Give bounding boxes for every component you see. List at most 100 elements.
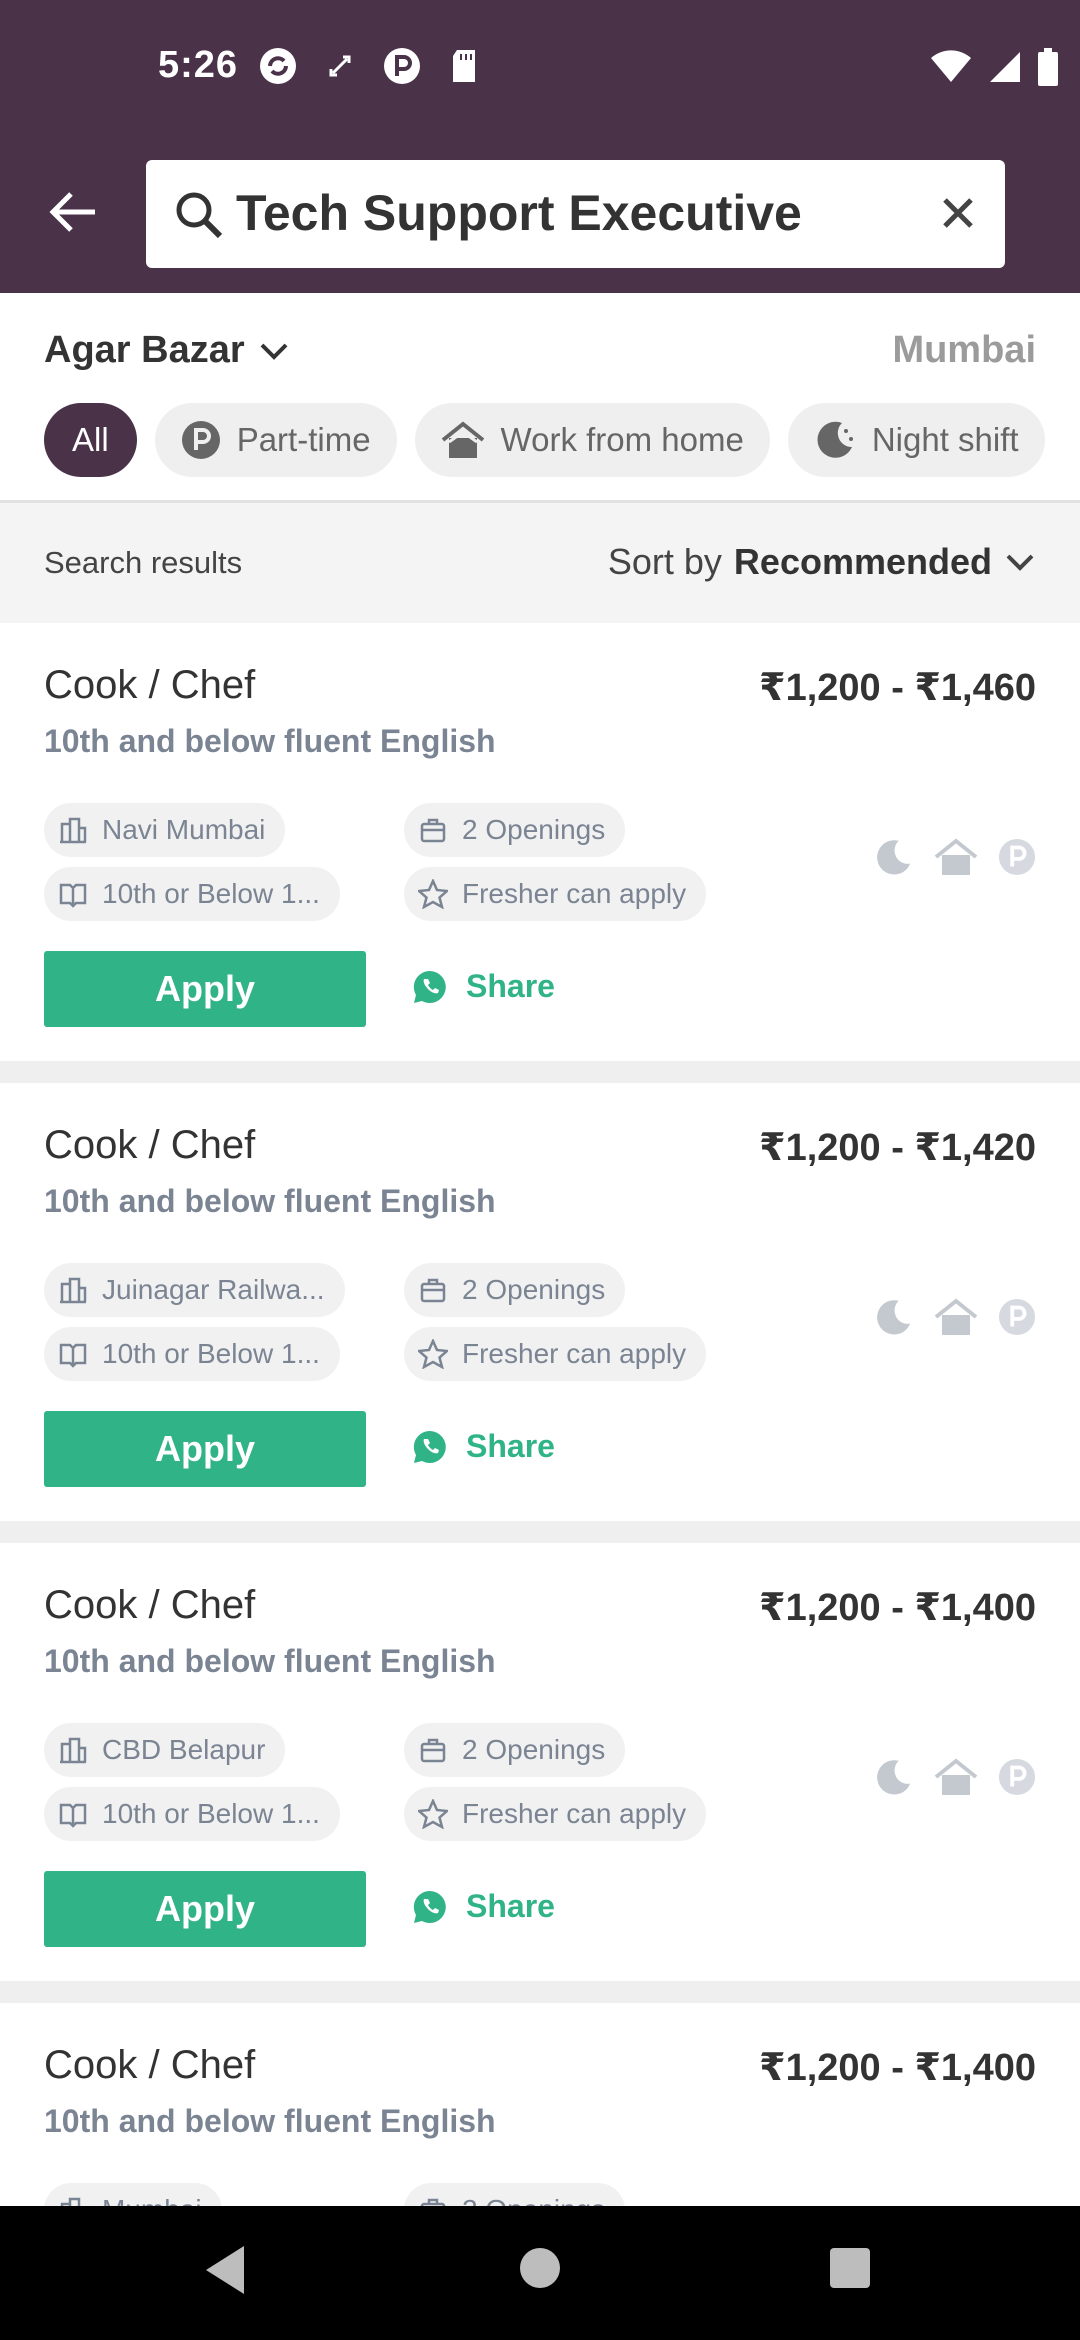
education-text: 10th or Below 1...: [102, 878, 320, 909]
location-tag: Navi Mumbai: [44, 803, 286, 857]
nav-back-button[interactable]: [202, 2242, 248, 2298]
apply-button[interactable]: Apply: [44, 951, 366, 1027]
briefcase-icon: [418, 1735, 448, 1765]
openings-text: 2 Openings: [462, 1274, 606, 1305]
back-button[interactable]: [40, 180, 104, 244]
job-salary: ₹1,200 - ₹1,460: [759, 667, 1036, 709]
back-arrow-icon: [49, 192, 95, 232]
location-tag: Mumbai: [44, 2183, 222, 2206]
job-title: Cook / Chef: [44, 1583, 256, 1627]
filter-chip-label: Part-time: [236, 421, 371, 458]
briefcase-icon: [418, 815, 448, 845]
whatsapp-icon: [413, 1430, 446, 1463]
filter-chip-night-shift[interactable]: Night shift: [787, 403, 1045, 477]
location-text: Navi Mumbai: [102, 814, 266, 845]
share-button[interactable]: Share: [412, 968, 555, 1005]
job-card[interactable]: Cook / Chef ₹1,200 - ₹1,420 10th and bel…: [0, 1083, 1080, 1521]
star-icon: [418, 1339, 448, 1369]
job-card[interactable]: Cook / Chef ₹1,200 - ₹1,460 10th and bel…: [0, 623, 1080, 1061]
building-icon: [58, 1735, 88, 1765]
part-time-icon: [998, 1298, 1036, 1336]
share-label: Share: [466, 968, 555, 1004]
education-text: 10th or Below 1...: [102, 1798, 320, 1829]
work-from-home-icon: [934, 1758, 978, 1795]
apply-button[interactable]: Apply: [44, 1871, 366, 1947]
clear-search-button[interactable]: [933, 188, 983, 238]
part-time-icon: [998, 1758, 1036, 1796]
area-selector[interactable]: Agar Bazar: [44, 329, 289, 372]
search-icon: [176, 192, 223, 239]
book-icon: [58, 879, 88, 909]
filter-chip-label: Night shift: [871, 421, 1019, 458]
work-from-home-icon: [934, 1298, 978, 1335]
openings-tag: 2 Openings: [404, 803, 626, 857]
openings-text: 2 Openings: [462, 1734, 606, 1765]
filter-chip-label: All: [72, 421, 109, 458]
search-bar[interactable]: Tech Support Executive: [146, 160, 1005, 268]
city-label[interactable]: Mumbai: [892, 329, 1036, 372]
wifi-icon: [930, 50, 972, 89]
part-time-icon: [998, 838, 1036, 876]
building-icon: [58, 815, 88, 845]
filter-chip-part-time[interactable]: Part-time: [154, 403, 397, 477]
openings-tag: 2 Openings: [404, 1723, 626, 1777]
job-requirement: 10th and below fluent English: [44, 723, 496, 759]
sd-card-icon: [444, 46, 484, 86]
job-requirement: 10th and below fluent English: [44, 2103, 496, 2139]
job-salary: ₹1,200 - ₹1,400: [759, 1587, 1036, 1629]
experience-text: Fresher can apply: [462, 1798, 687, 1829]
card-separator: [0, 1521, 1080, 1543]
nav-home-button[interactable]: [518, 2246, 562, 2290]
search-input[interactable]: Tech Support Executive: [236, 184, 802, 242]
share-button[interactable]: Share: [412, 1428, 555, 1465]
filter-chip-work-from-home[interactable]: Work from home: [414, 403, 770, 477]
nav-recents-button[interactable]: [828, 2246, 872, 2290]
star-icon: [418, 879, 448, 909]
location-text: Mumbai: [102, 2194, 202, 2206]
whatsapp-icon: [413, 1890, 446, 1923]
area-label: Agar Bazar: [44, 329, 245, 371]
share-button[interactable]: Share: [412, 1888, 555, 1925]
education-text: 10th or Below 1...: [102, 1338, 320, 1369]
location-tag: Juinagar Railwa...: [44, 1263, 345, 1317]
apply-button[interactable]: Apply: [44, 1411, 366, 1487]
sort-dropdown[interactable]: Sort by Recommended: [608, 541, 1036, 583]
night-shift-icon: [877, 1760, 911, 1795]
briefcase-icon: [418, 1275, 448, 1305]
openings-text: 2 Openings: [462, 2194, 605, 2206]
openings-tag: 2 Openings: [404, 1263, 626, 1317]
openings-tag: 2 Openings: [404, 2183, 626, 2206]
filter-chip-all[interactable]: All: [44, 403, 137, 477]
location-text: Juinagar Railwa...: [102, 1274, 325, 1305]
home-icon: [441, 421, 484, 458]
chevron-down-icon: [260, 343, 288, 360]
job-requirement: 10th and below fluent English: [44, 1643, 496, 1679]
education-tag: 10th or Below 1...: [44, 1327, 340, 1381]
card-separator: [0, 1061, 1080, 1083]
notification-icons: [258, 46, 484, 86]
job-requirement: 10th and below fluent English: [44, 1183, 496, 1219]
sort-prefix: Sort by: [607, 541, 722, 582]
share-label: Share: [466, 1888, 555, 1924]
battery-icon: [1038, 48, 1058, 91]
experience-text: Fresher can apply: [462, 1338, 687, 1369]
building-icon: [58, 2195, 88, 2206]
status-time: 5:26: [158, 44, 239, 86]
results-header: Search results Sort by Recommended: [0, 503, 1080, 623]
job-card[interactable]: Cook / Chef ₹1,200 - ₹1,400 10th and bel…: [0, 1543, 1080, 1981]
job-salary: ₹1,200 - ₹1,420: [759, 1127, 1036, 1169]
briefcase-icon: [418, 2195, 448, 2206]
location-tag: CBD Belapur: [44, 1723, 286, 1777]
job-title: Cook / Chef: [44, 1123, 256, 1167]
signal-icon: [988, 50, 1022, 89]
job-feature-icons: [874, 1757, 1036, 1797]
night-shift-icon: [877, 1300, 911, 1335]
share-label: Share: [466, 1428, 555, 1464]
openings-text: 2 Openings: [462, 814, 606, 845]
job-card[interactable]: Cook / Chef ₹1,200 - ₹1,400 10th and bel…: [0, 2003, 1080, 2206]
job-salary: ₹1,200 - ₹1,400: [759, 2047, 1036, 2089]
book-icon: [58, 1799, 88, 1829]
part-time-icon: [181, 421, 220, 459]
location-filter-section: Agar Bazar Mumbai All Part-time Work fro…: [0, 293, 1080, 503]
parking-app-icon: [382, 46, 422, 86]
